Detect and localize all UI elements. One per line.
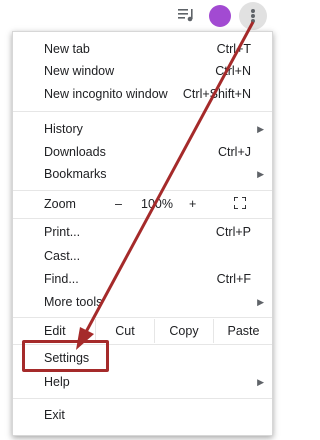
annotation-arrow: [76, 21, 255, 350]
